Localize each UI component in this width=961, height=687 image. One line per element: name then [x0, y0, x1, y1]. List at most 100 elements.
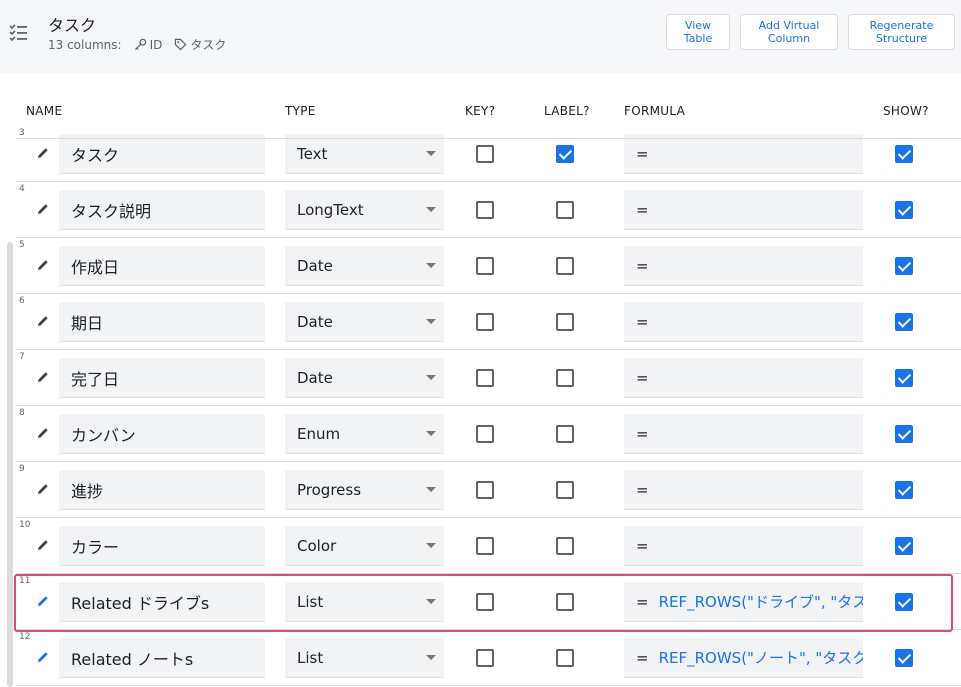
- formula-input[interactable]: =: [624, 526, 863, 566]
- show-checkbox[interactable]: [895, 593, 913, 611]
- show-checkbox[interactable]: [895, 481, 913, 499]
- column-type-select[interactable]: Date: [285, 302, 444, 342]
- column-name-input[interactable]: タスク説明: [59, 190, 265, 230]
- key-checkbox[interactable]: [476, 481, 494, 499]
- row-number: 7: [19, 352, 25, 362]
- column-type-value: List: [297, 648, 324, 667]
- formula-input[interactable]: =: [624, 470, 863, 510]
- pencil-icon[interactable]: [36, 594, 50, 608]
- column-type-select[interactable]: List: [285, 582, 444, 622]
- key-checkbox[interactable]: [476, 649, 494, 667]
- formula-input[interactable]: =: [624, 246, 863, 286]
- column-type-select[interactable]: Text: [285, 134, 444, 174]
- formula-input[interactable]: =: [624, 134, 863, 174]
- add-virtual-column-button[interactable]: Add Virtual Column: [740, 14, 838, 50]
- key-checkbox[interactable]: [476, 145, 494, 163]
- formula-input[interactable]: = REF_ROWS("ノート", "タスク"): [624, 638, 863, 678]
- pencil-icon[interactable]: [36, 258, 50, 272]
- column-name-input[interactable]: Related ノートs: [59, 638, 265, 678]
- table-row: 8 カンバン Enum =: [16, 406, 961, 462]
- label-checkbox[interactable]: [556, 313, 574, 331]
- column-type-select[interactable]: LongText: [285, 190, 444, 230]
- formula-expression: REF_ROWS("ドライブ", "タスク"): [658, 593, 863, 611]
- column-type-select[interactable]: List: [285, 638, 444, 678]
- show-checkbox[interactable]: [895, 313, 913, 331]
- tag-icon: [175, 38, 187, 51]
- show-checkbox[interactable]: [895, 201, 913, 219]
- label-checkbox[interactable]: [556, 481, 574, 499]
- table-row: 9 進捗 Progress =: [16, 462, 961, 518]
- formula-expression: REF_ROWS("ノート", "タスク"): [658, 649, 863, 667]
- pencil-icon[interactable]: [36, 482, 50, 496]
- show-checkbox[interactable]: [895, 649, 913, 667]
- checklist-icon: [9, 24, 27, 42]
- column-name-input[interactable]: カラー: [59, 526, 265, 566]
- column-header-formula: FORMULA: [624, 104, 686, 118]
- table-row: 7 完了日 Date =: [16, 350, 961, 406]
- column-header-label: LABEL?: [544, 104, 590, 118]
- column-name-input[interactable]: タスク: [59, 134, 265, 174]
- pencil-icon[interactable]: [36, 426, 50, 440]
- key-icon: [134, 38, 146, 51]
- column-name-input[interactable]: 進捗: [59, 470, 265, 510]
- view-table-button[interactable]: View Table: [666, 14, 730, 50]
- key-checkbox[interactable]: [476, 201, 494, 219]
- column-type-value: Progress: [297, 480, 362, 499]
- formula-input[interactable]: = REF_ROWS("ドライブ", "タスク"): [624, 582, 863, 622]
- formula-input[interactable]: =: [624, 302, 863, 342]
- dropdown-caret-icon: [426, 151, 436, 156]
- show-checkbox[interactable]: [895, 369, 913, 387]
- column-type-select[interactable]: Date: [285, 358, 444, 398]
- pencil-icon[interactable]: [36, 202, 50, 216]
- label-checkbox[interactable]: [556, 593, 574, 611]
- pencil-icon[interactable]: [36, 650, 50, 664]
- column-type-value: Date: [297, 256, 333, 275]
- show-checkbox[interactable]: [895, 145, 913, 163]
- formula-input[interactable]: =: [624, 414, 863, 454]
- label-checkbox[interactable]: [556, 145, 574, 163]
- pencil-icon[interactable]: [36, 538, 50, 552]
- label-checkbox[interactable]: [556, 537, 574, 555]
- dropdown-caret-icon: [426, 543, 436, 548]
- label-checkbox[interactable]: [556, 369, 574, 387]
- label-checkbox[interactable]: [556, 649, 574, 667]
- show-checkbox[interactable]: [895, 537, 913, 555]
- key-checkbox[interactable]: [476, 313, 494, 331]
- key-checkbox[interactable]: [476, 425, 494, 443]
- column-type-select[interactable]: Progress: [285, 470, 444, 510]
- key-checkbox[interactable]: [476, 537, 494, 555]
- row-number: 9: [19, 464, 25, 474]
- scrollbar[interactable]: [7, 242, 13, 687]
- column-name-input[interactable]: 作成日: [59, 246, 265, 286]
- key-checkbox[interactable]: [476, 257, 494, 275]
- column-type-select[interactable]: Color: [285, 526, 444, 566]
- column-name-input[interactable]: Related ドライブs: [59, 582, 265, 622]
- pencil-icon[interactable]: [36, 314, 50, 328]
- formula-input[interactable]: =: [624, 190, 863, 230]
- column-name-input[interactable]: 完了日: [59, 358, 265, 398]
- column-type-select[interactable]: Date: [285, 246, 444, 286]
- row-number: 12: [19, 632, 31, 642]
- key-checkbox[interactable]: [476, 369, 494, 387]
- regenerate-structure-button[interactable]: Regenerate Structure: [848, 14, 955, 50]
- pencil-icon[interactable]: [36, 370, 50, 384]
- column-name-input[interactable]: カンバン: [59, 414, 265, 454]
- formula-equals: =: [636, 256, 649, 275]
- show-checkbox[interactable]: [895, 257, 913, 275]
- key-checkbox[interactable]: [476, 593, 494, 611]
- formula-equals: =: [636, 200, 649, 219]
- table-row: 4 タスク説明 LongText =: [16, 182, 961, 238]
- formula-equals: =: [636, 648, 649, 667]
- formula-input[interactable]: =: [624, 358, 863, 398]
- column-name-input[interactable]: 期日: [59, 302, 265, 342]
- dropdown-caret-icon: [426, 263, 436, 268]
- label-checkbox[interactable]: [556, 257, 574, 275]
- column-type-value: Date: [297, 312, 333, 331]
- column-type-select[interactable]: Enum: [285, 414, 444, 454]
- label-checkbox[interactable]: [556, 201, 574, 219]
- pencil-icon[interactable]: [36, 146, 50, 160]
- table-row: 5 作成日 Date =: [16, 238, 961, 294]
- show-checkbox[interactable]: [895, 425, 913, 443]
- label-checkbox[interactable]: [556, 425, 574, 443]
- formula-equals: =: [636, 424, 649, 443]
